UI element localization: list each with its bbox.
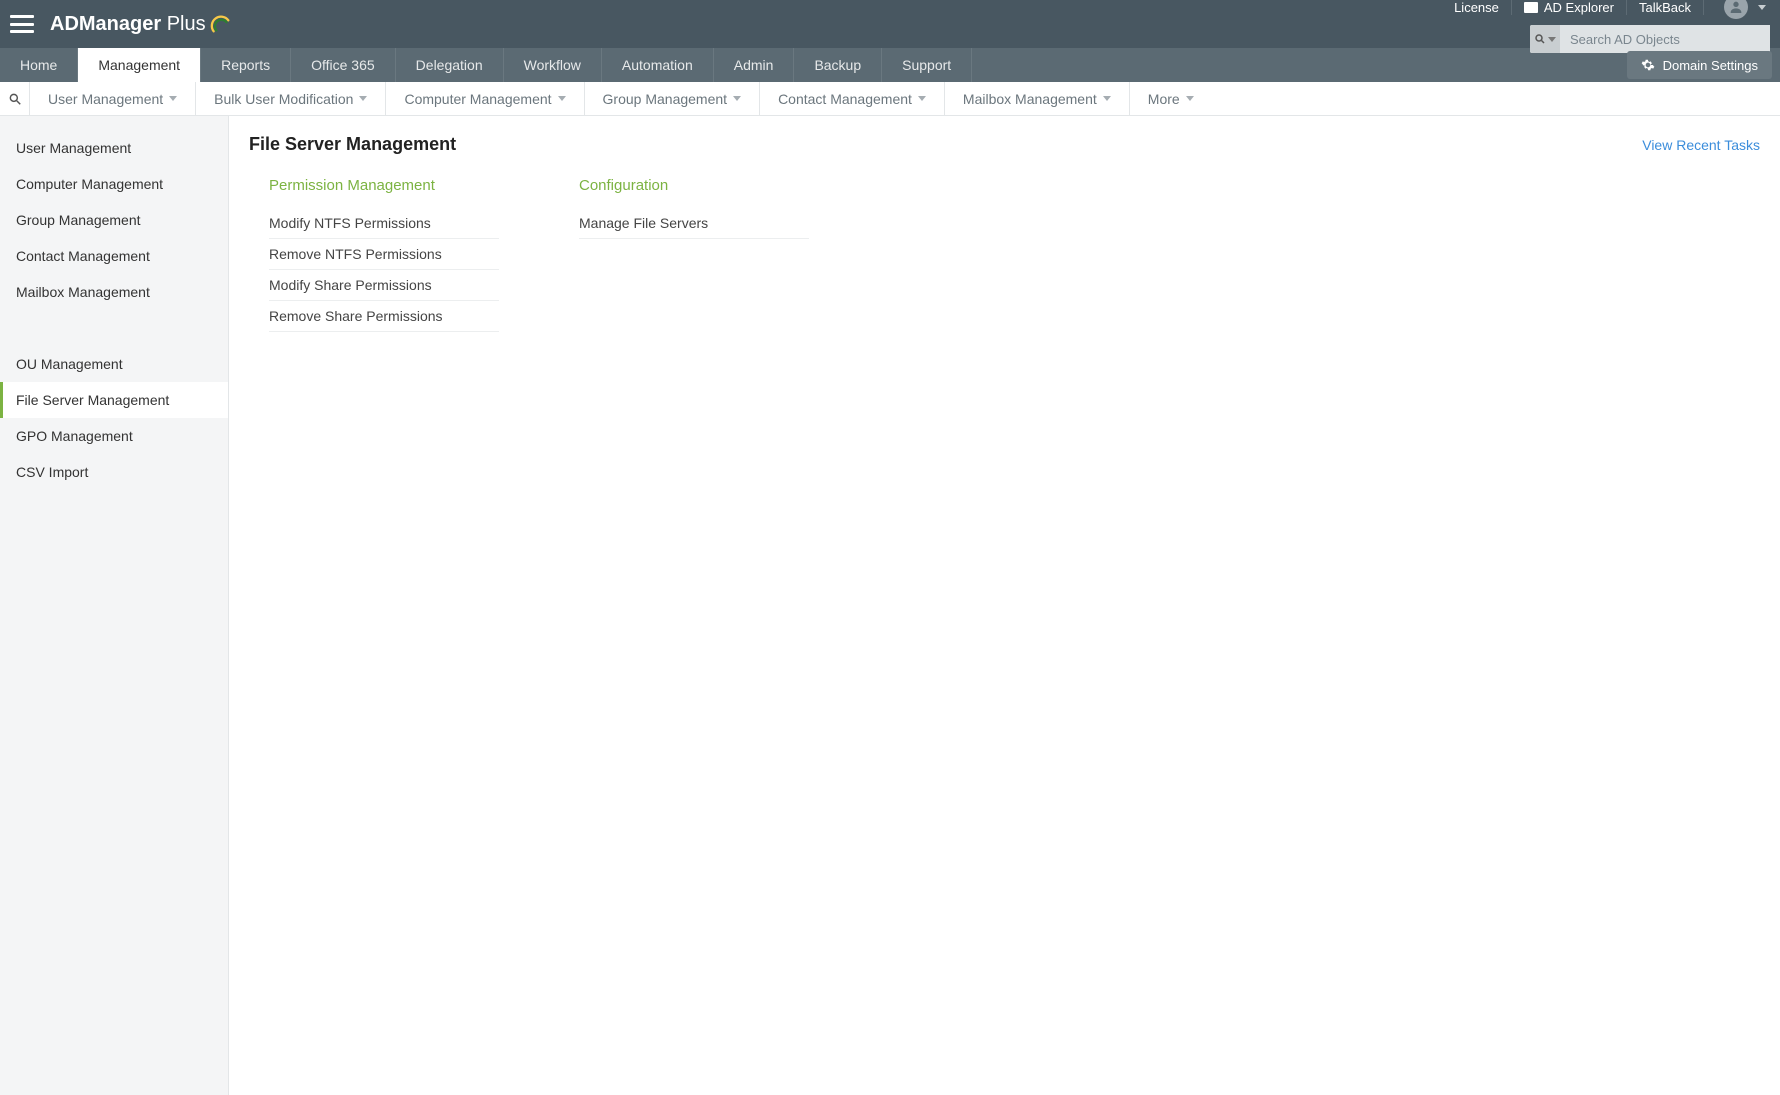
domain-settings-button[interactable]: Domain Settings <box>1627 51 1772 79</box>
brand-logo: ADManager Plus <box>50 13 232 36</box>
user-icon <box>1724 0 1748 19</box>
nav-tab-support[interactable]: Support <box>882 48 972 82</box>
subnav-bulk-user-modification[interactable]: Bulk User Modification <box>196 82 386 116</box>
subnav-label: User Management <box>48 91 163 107</box>
sidebar-item-mailbox-management[interactable]: Mailbox Management <box>0 274 228 310</box>
sidebar-item-user-management[interactable]: User Management <box>0 130 228 166</box>
chevron-down-icon <box>1103 96 1111 101</box>
global-search[interactable] <box>1530 25 1770 53</box>
ad-explorer-label: AD Explorer <box>1544 0 1614 15</box>
subnav-search-icon[interactable] <box>0 82 30 115</box>
link-manage-file-servers[interactable]: Manage File Servers <box>579 208 809 239</box>
chevron-down-icon <box>733 96 741 101</box>
subnav-label: Computer Management <box>404 91 551 107</box>
subnav-label: Group Management <box>603 91 728 107</box>
subnav-label: Mailbox Management <box>963 91 1097 107</box>
subnav-computer-management[interactable]: Computer Management <box>386 82 584 116</box>
sub-nav: User Management Bulk User Modification C… <box>0 82 1780 116</box>
subnav-group-management[interactable]: Group Management <box>585 82 761 116</box>
gear-icon <box>1641 58 1655 72</box>
brand-light: Plus <box>167 13 206 36</box>
domain-settings-label: Domain Settings <box>1663 58 1758 73</box>
folder-icon <box>1524 2 1538 13</box>
nav-tab-backup[interactable]: Backup <box>794 48 882 82</box>
subnav-label: Bulk User Modification <box>214 91 353 107</box>
subnav-label: More <box>1148 91 1180 107</box>
nav-tab-admin[interactable]: Admin <box>714 48 795 82</box>
sidebar: User Management Computer Management Grou… <box>0 116 229 1095</box>
nav-tab-management[interactable]: Management <box>78 48 201 82</box>
section-permission-management: Permission Management Modify NTFS Permis… <box>269 177 499 332</box>
user-menu[interactable] <box>1704 0 1770 19</box>
nav-tab-automation[interactable]: Automation <box>602 48 714 82</box>
header-links: License AD Explorer TalkBack <box>1442 0 1770 19</box>
nav-tab-delegation[interactable]: Delegation <box>396 48 504 82</box>
sidebar-item-csv-import[interactable]: CSV Import <box>0 454 228 490</box>
view-recent-tasks-link[interactable]: View Recent Tasks <box>1642 137 1760 153</box>
chevron-down-icon <box>1548 37 1556 42</box>
nav-tab-reports[interactable]: Reports <box>201 48 291 82</box>
chevron-down-icon <box>169 96 177 101</box>
link-remove-share-permissions[interactable]: Remove Share Permissions <box>269 301 499 332</box>
link-modify-ntfs-permissions[interactable]: Modify NTFS Permissions <box>269 208 499 239</box>
chevron-down-icon <box>1186 96 1194 101</box>
logo-arc-icon <box>210 13 232 35</box>
main-nav: Home Management Reports Office 365 Deleg… <box>0 48 1780 82</box>
subnav-more[interactable]: More <box>1130 82 1212 116</box>
nav-tab-home[interactable]: Home <box>0 48 78 82</box>
subnav-label: Contact Management <box>778 91 912 107</box>
section-title: Configuration <box>579 177 809 194</box>
talkback-link[interactable]: TalkBack <box>1627 0 1704 15</box>
menu-icon[interactable] <box>10 15 34 33</box>
nav-tab-office365[interactable]: Office 365 <box>291 48 396 82</box>
top-header: ADManager Plus License AD Explorer TalkB… <box>0 0 1780 48</box>
sidebar-item-group-management[interactable]: Group Management <box>0 202 228 238</box>
subnav-mailbox-management[interactable]: Mailbox Management <box>945 82 1130 116</box>
sidebar-item-gpo-management[interactable]: GPO Management <box>0 418 228 454</box>
section-title: Permission Management <box>269 177 499 194</box>
sidebar-item-file-server-management[interactable]: File Server Management <box>0 382 228 418</box>
sidebar-item-contact-management[interactable]: Contact Management <box>0 238 228 274</box>
link-modify-share-permissions[interactable]: Modify Share Permissions <box>269 270 499 301</box>
section-configuration: Configuration Manage File Servers <box>579 177 809 332</box>
nav-tab-workflow[interactable]: Workflow <box>504 48 602 82</box>
license-link[interactable]: License <box>1442 0 1512 15</box>
chevron-down-icon <box>1758 5 1766 10</box>
sidebar-item-computer-management[interactable]: Computer Management <box>0 166 228 202</box>
main-content: File Server Management View Recent Tasks… <box>229 116 1780 1095</box>
chevron-down-icon <box>918 96 926 101</box>
subnav-contact-management[interactable]: Contact Management <box>760 82 945 116</box>
brand-bold: ADManager <box>50 13 161 36</box>
ad-explorer-link[interactable]: AD Explorer <box>1512 0 1627 15</box>
page-title: File Server Management <box>249 134 456 155</box>
chevron-down-icon <box>558 96 566 101</box>
global-search-input[interactable] <box>1560 25 1770 53</box>
chevron-down-icon <box>359 96 367 101</box>
link-remove-ntfs-permissions[interactable]: Remove NTFS Permissions <box>269 239 499 270</box>
search-icon[interactable] <box>1530 25 1560 53</box>
sidebar-item-ou-management[interactable]: OU Management <box>0 346 228 382</box>
subnav-user-management[interactable]: User Management <box>30 82 196 116</box>
